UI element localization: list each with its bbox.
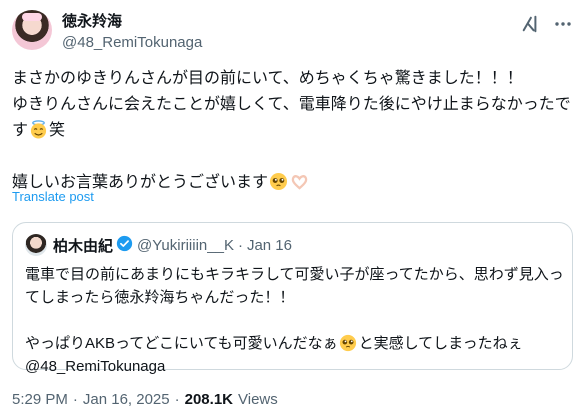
views-count[interactable]: 208.1K (185, 391, 233, 408)
quoted-text: 電車で目の前にあまりにもキラキラして可愛い子が座ってたから、思わず見入ってしまっ… (25, 263, 565, 378)
quoted-line-2: やっぱりAKBってどこにいても可愛いんだなぁ (25, 335, 338, 352)
quoted-post[interactable]: 柏木由紀 @Yukiriiiin__K · Jan 16 電車で目の前にあまりに… (12, 222, 573, 375)
author-names: 徳永羚海 @48_RemiTokunaga (62, 12, 202, 52)
pleading-face-icon (339, 334, 358, 353)
views-label: Views (238, 391, 278, 408)
post-footer: 5:29 PM · Jan 16, 2025 · 208.1K Views (12, 391, 278, 408)
tweet-laugh-char: 笑 (49, 122, 66, 139)
grok-icon[interactable] (521, 15, 539, 33)
author-display-name[interactable]: 徳永羚海 (62, 12, 202, 31)
tweet-line-2: ゆきりんさんに会えたことが嬉しくて、電車降りた後にやけ止まらなかったです (12, 96, 571, 139)
quoted-line-1: 電車で目の前にあまりにもキラキラして可愛い子が座ってたから、思わず見入ってしまっ… (25, 266, 564, 306)
more-options-icon[interactable] (553, 14, 573, 34)
tweet-text: まさかのゆきりんさんが目の前にいて、めちゃくちゃ驚きました！！！ ゆきりんさんに… (12, 66, 575, 196)
quoted-display-name: 柏木由紀 (53, 237, 114, 255)
quoted-date: Jan 16 (246, 236, 292, 254)
translate-post-link[interactable]: Translate post (12, 189, 94, 204)
quoted-avatar (25, 234, 47, 256)
heart-hands-icon (290, 172, 309, 191)
verified-badge-icon (116, 235, 133, 256)
footer-separator: · (72, 391, 78, 408)
quoted-handle: @Yukiriiiin__K (137, 236, 234, 254)
top-actions (521, 14, 573, 34)
tweet-line-1: まさかのゆきりんさんが目の前にいて、めちゃくちゃ驚きました！！！ (12, 70, 523, 87)
author-handle[interactable]: @48_RemiTokunaga (62, 33, 202, 52)
post-time[interactable]: 5:29 PM (12, 391, 68, 408)
quoted-mention: @48_RemiTokunaga (25, 358, 166, 375)
post-date[interactable]: Jan 16, 2025 (83, 391, 170, 408)
footer-separator: · (174, 391, 180, 408)
quoted-post-header: 柏木由紀 @Yukiriiiin__K · Jan 16 (25, 234, 292, 256)
quoted-separator: · (237, 236, 243, 254)
quoted-line-2-end: と実感してしまったねぇ (358, 335, 523, 352)
pleading-face-icon (269, 172, 288, 191)
post-header: 徳永羚海 @48_RemiTokunaga (12, 10, 575, 58)
smiling-face-with-halo-icon (29, 120, 48, 139)
avatar[interactable] (12, 10, 52, 50)
